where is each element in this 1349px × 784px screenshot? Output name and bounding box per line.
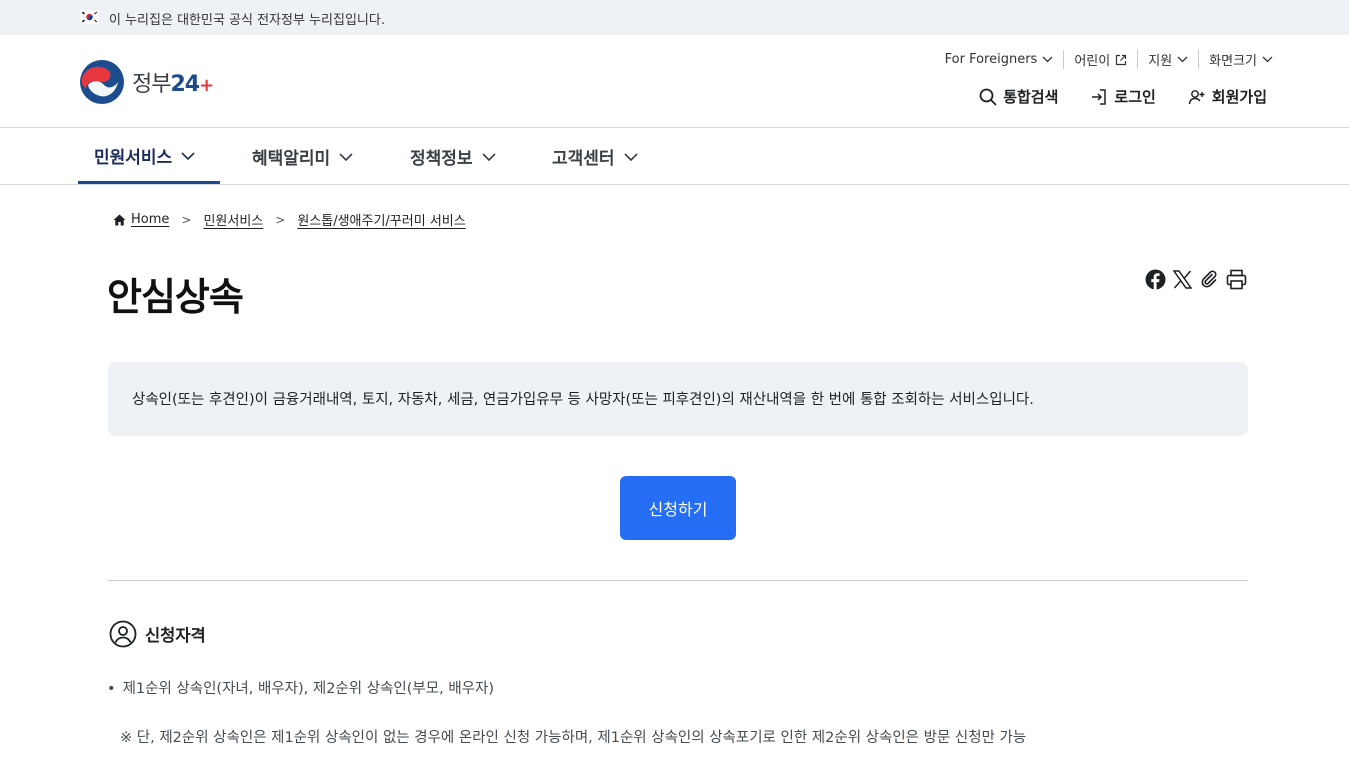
facebook-icon[interactable]	[1144, 268, 1166, 290]
page-title: 안심상속	[107, 275, 244, 319]
nav-customer-center[interactable]: 고객센터	[552, 128, 638, 185]
eligibility-heading: 신청자격	[109, 620, 206, 648]
utility-links: For Foreigners 어린이 지원 화면크기	[935, 50, 1273, 69]
x-icon[interactable]	[1171, 268, 1193, 290]
util-font-size-label: 화면크기	[1209, 54, 1257, 69]
eligibility-item-text: 제1순위 상속인(자녀, 배우자), 제2순위 상속인(부모, 배우자)	[122, 681, 494, 697]
nav-policy-info[interactable]: 정책정보	[410, 128, 496, 185]
util-kids[interactable]: 어린이	[1063, 50, 1137, 69]
breadcrumb-separator-icon: >	[181, 212, 192, 227]
chevron-down-icon	[481, 152, 496, 161]
breadcrumb-separator-icon: >	[275, 212, 286, 227]
util-support[interactable]: 지원	[1137, 50, 1198, 69]
service-description: 상속인(또는 후견인)이 금융거래내역, 토지, 자동차, 세금, 연금가입유무…	[132, 392, 1034, 408]
util-foreigners-label: For Foreigners	[944, 52, 1038, 67]
login-button[interactable]: 로그인	[1090, 86, 1156, 107]
nav-benefit-alert[interactable]: 혜택알리미	[252, 128, 353, 185]
site-logo[interactable]: 정부24+	[78, 59, 214, 105]
signup-label: 회원가입	[1211, 88, 1267, 106]
taegeuk-logo-icon	[80, 60, 124, 104]
header-actions: 통합검색 로그인 회원가입	[947, 86, 1267, 107]
search-button[interactable]: 통합검색	[979, 86, 1058, 107]
search-icon	[979, 88, 997, 106]
chevron-down-icon	[623, 152, 638, 161]
user-circle-icon	[109, 620, 137, 648]
eligibility-note: ※ 단, 제2순위 상속인은 제1순위 상속인이 없는 경우에 온라인 신청 가…	[120, 730, 1027, 746]
gov-banner: 이 누리집은 대한민국 공식 전자정부 누리집입니다.	[0, 0, 1349, 35]
section-divider	[108, 580, 1248, 581]
chevron-down-icon	[1262, 56, 1273, 63]
apply-button[interactable]: 신청하기	[620, 476, 736, 540]
eligibility-title: 신청자격	[145, 626, 206, 645]
chevron-down-icon	[1042, 56, 1053, 63]
chevron-down-icon	[339, 152, 353, 161]
util-foreigners[interactable]: For Foreigners	[935, 52, 1064, 67]
chevron-down-icon	[181, 151, 195, 160]
nav-benefit-alert-label: 혜택알리미	[252, 149, 331, 169]
search-label: 통합검색	[1003, 88, 1059, 106]
gov-banner-text: 이 누리집은 대한민국 공식 전자정부 누리집입니다.	[109, 13, 385, 28]
breadcrumb-civil-service[interactable]: 민원서비스	[203, 210, 263, 229]
home-icon	[113, 214, 126, 225]
korean-flag-icon	[80, 10, 99, 24]
nav-civil-service-label: 민원서비스	[94, 148, 173, 168]
service-description-box: 상속인(또는 후견인)이 금융거래내역, 토지, 자동차, 세금, 연금가입유무…	[108, 362, 1248, 436]
util-font-size[interactable]: 화면크기	[1198, 50, 1273, 69]
util-support-label: 지원	[1148, 54, 1173, 69]
breadcrumb: Home > 민원서비스 > 원스톱/생애주기/꾸러미 서비스	[113, 210, 466, 229]
login-icon	[1092, 88, 1107, 105]
breadcrumb-onestop[interactable]: 원스톱/생애주기/꾸러미 서비스	[297, 210, 465, 229]
nav-policy-info-label: 정책정보	[410, 149, 473, 169]
util-kids-label: 어린이	[1074, 54, 1111, 69]
share-tools	[1144, 268, 1252, 290]
link-icon[interactable]	[1198, 268, 1220, 290]
chevron-down-icon	[1177, 56, 1188, 63]
breadcrumb-home[interactable]: Home	[131, 212, 169, 227]
eligibility-item: • 제1순위 상속인(자녀, 배우자), 제2순위 상속인(부모, 배우자)	[107, 677, 494, 698]
nav-civil-service[interactable]: 민원서비스	[78, 128, 220, 184]
main-nav: 민원서비스 혜택알리미 정책정보 고객센터	[0, 128, 1349, 185]
nav-customer-center-label: 고객센터	[552, 149, 615, 169]
bullet-dot-icon: •	[107, 681, 116, 697]
user-add-icon	[1188, 89, 1205, 104]
logo-text: 정부24+	[132, 72, 214, 97]
site-header: 정부24+ For Foreigners 어린이 지원 화면크기 통합검색 로그…	[0, 35, 1349, 128]
login-label: 로그인	[1114, 88, 1156, 106]
signup-button[interactable]: 회원가입	[1188, 86, 1267, 107]
print-icon[interactable]	[1225, 268, 1247, 290]
external-link-icon	[1116, 54, 1127, 65]
